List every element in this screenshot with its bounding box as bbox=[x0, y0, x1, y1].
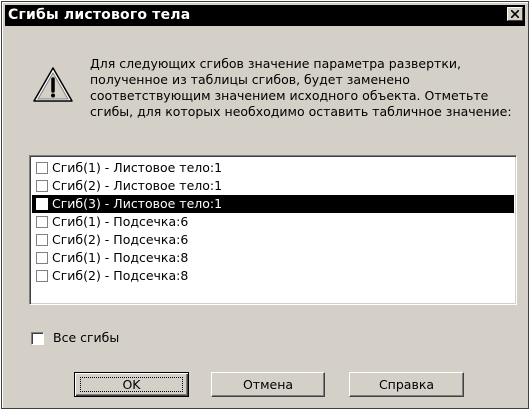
message-line: полученное из таблицы сгибов, будет заме… bbox=[90, 72, 410, 87]
list-item-selected[interactable]: Сгиб(3) - Листовое тело:1 bbox=[32, 195, 514, 213]
all-bends-label[interactable]: Все сгибы bbox=[53, 330, 119, 345]
item-label: Сгиб(2) - Листовое тело:1 bbox=[52, 178, 223, 193]
close-icon bbox=[511, 10, 519, 18]
item-checkbox[interactable] bbox=[36, 180, 48, 192]
cancel-button[interactable]: Отмена bbox=[211, 372, 325, 397]
list-item[interactable]: Сгиб(1) - Листовое тело:1 bbox=[32, 159, 514, 177]
item-checkbox[interactable] bbox=[36, 252, 48, 264]
list-item[interactable]: Сгиб(1) - Подсечка:8 bbox=[32, 249, 514, 267]
item-checkbox[interactable] bbox=[36, 216, 48, 228]
item-label: Сгиб(1) - Подсечка:8 bbox=[52, 250, 189, 265]
message-line: соответствующим значением исходного объе… bbox=[90, 88, 489, 103]
close-button[interactable] bbox=[507, 7, 523, 21]
item-label: Сгиб(2) - Подсечка:8 bbox=[52, 268, 189, 283]
list-item[interactable]: Сгиб(2) - Листовое тело:1 bbox=[32, 177, 514, 195]
dialog-title: Сгибы листового тела bbox=[8, 7, 191, 23]
dialog-window: Сгибы листового тела Для следующих сгибо… bbox=[1, 1, 529, 409]
list-item[interactable]: Сгиб(2) - Подсечка:6 bbox=[32, 231, 514, 249]
item-checkbox[interactable] bbox=[36, 162, 48, 174]
title-bar[interactable]: Сгибы листового тела bbox=[5, 5, 525, 26]
warning-message: Для следующих сгибов значение параметра … bbox=[90, 56, 520, 120]
message-line: сгибы, для которых необходимо оставить т… bbox=[90, 104, 512, 119]
item-label: Сгиб(2) - Подсечка:6 bbox=[52, 232, 189, 247]
warning-icon bbox=[33, 67, 73, 102]
item-label: Сгиб(1) - Листовое тело:1 bbox=[52, 160, 223, 175]
item-checkbox[interactable] bbox=[36, 234, 48, 246]
item-checkbox[interactable] bbox=[36, 270, 48, 282]
cancel-button-label: Отмена bbox=[242, 377, 294, 392]
message-line: Для следующих сгибов значение параметра … bbox=[90, 56, 461, 71]
bends-listbox[interactable]: Сгиб(1) - Листовое тело:1 Сгиб(2) - Лист… bbox=[29, 155, 517, 305]
focus-rect bbox=[80, 377, 183, 392]
help-button-label: Справка bbox=[378, 377, 435, 392]
item-label: Сгиб(1) - Подсечка:6 bbox=[52, 214, 189, 229]
list-item[interactable]: Сгиб(1) - Подсечка:6 bbox=[32, 213, 514, 231]
item-label: Сгиб(3) - Листовое тело:1 bbox=[52, 196, 223, 211]
help-button[interactable]: Справка bbox=[349, 372, 464, 397]
item-checkbox[interactable] bbox=[36, 198, 48, 210]
ok-button[interactable]: OK bbox=[74, 372, 189, 397]
list-item[interactable]: Сгиб(2) - Подсечка:8 bbox=[32, 267, 514, 285]
all-bends-checkbox[interactable] bbox=[31, 332, 44, 345]
